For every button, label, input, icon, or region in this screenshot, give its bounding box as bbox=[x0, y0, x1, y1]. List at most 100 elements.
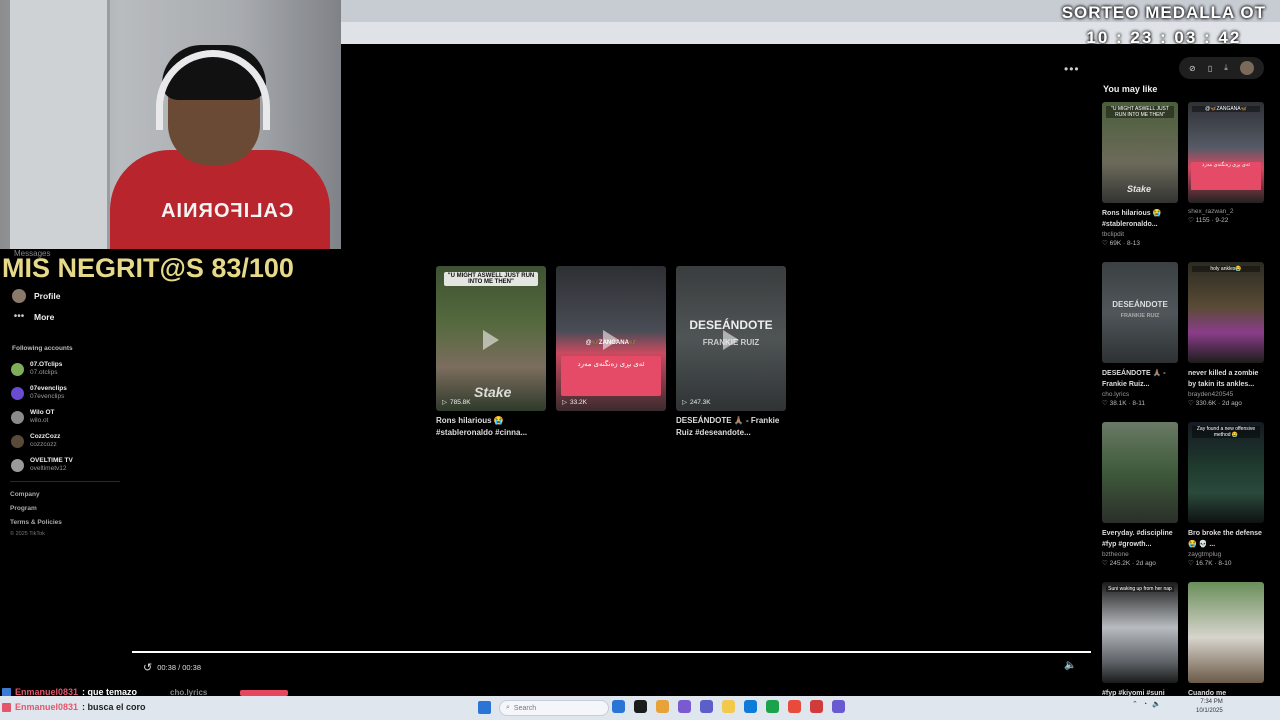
play-small-icon: ▷ bbox=[562, 399, 567, 406]
left-sidebar: Messages Profile ••• More Following acco… bbox=[0, 249, 130, 549]
avatar bbox=[11, 386, 24, 400]
video-thumbnail[interactable]: "U MIGHT ASWELL JUST RUN INTO ME THEN" St… bbox=[1102, 102, 1178, 203]
video-title[interactable]: Rons hilarious 😭 #stableronaldo #cinna..… bbox=[436, 415, 546, 439]
taskbar-app-icon[interactable] bbox=[788, 700, 801, 713]
taskbar-search[interactable]: ⌕ Search bbox=[499, 700, 609, 716]
taskbar-app-icon[interactable] bbox=[634, 700, 647, 713]
watermark-text: Stake bbox=[1127, 184, 1152, 194]
more-options-icon[interactable]: ••• bbox=[1064, 62, 1080, 76]
video-card[interactable]: DESEÁNDOTE FRANKIE RUIZ ▷ 247.3K DESEÁNDO… bbox=[676, 266, 786, 439]
video-thumbnail[interactable]: @🦋ZANGANA🦋 ئەی بڕی زەنگنەی مەرد bbox=[1188, 102, 1264, 203]
chevron-up-icon[interactable]: ⌃ bbox=[1132, 700, 1138, 708]
chat-text: : busca el coro bbox=[82, 702, 146, 712]
video-author[interactable]: shex_razwan_2 bbox=[1188, 208, 1264, 215]
play-icon bbox=[723, 330, 739, 350]
video-stats: ♡ 1155 · 9-22 bbox=[1188, 216, 1264, 224]
taskbar-clock[interactable]: 7:34 PM 10/1/2025 bbox=[1196, 698, 1223, 716]
taskbar-app-icon[interactable] bbox=[832, 700, 845, 713]
volume-icon[interactable]: 🔈 bbox=[1064, 660, 1076, 671]
post-date: 2d ago bbox=[1222, 400, 1242, 407]
compass-icon[interactable]: ⊘ bbox=[1189, 64, 1196, 73]
sidebar-item-profile[interactable]: Profile bbox=[12, 289, 60, 303]
heart-icon: ♡ bbox=[1188, 560, 1196, 567]
video-author[interactable]: tbclipdit bbox=[1102, 231, 1178, 238]
video-thumbnail[interactable]: @🦋ZANGANA🦋 ئەی بڕی زەنگنەی مەرد ▷ 33.2K bbox=[556, 266, 666, 411]
video-thumbnail[interactable] bbox=[1188, 582, 1264, 683]
clock-date: 10/1/2025 bbox=[1196, 708, 1223, 714]
video-stats: ♡ 38.1K · 8-11 bbox=[1102, 399, 1178, 407]
avatar[interactable] bbox=[1239, 61, 1254, 75]
chat-badge-icon bbox=[2, 702, 11, 712]
footer-link-company[interactable]: Company bbox=[10, 491, 62, 498]
taskbar-app-icon[interactable] bbox=[722, 700, 735, 713]
device-icon[interactable]: ▯ bbox=[1208, 64, 1212, 73]
wifi-icon[interactable]: ◔ bbox=[1143, 701, 1147, 708]
following-account-item[interactable]: Wilo OT wilo.ot bbox=[11, 405, 121, 429]
like-count: 16.7K bbox=[1195, 560, 1213, 567]
account-name: Wilo OT bbox=[30, 409, 55, 416]
recommended-video-card[interactable]: Everyday. #discipline #fyp #growth... bzt… bbox=[1102, 422, 1178, 582]
follower-goal-counter: MIS NEGRIT@S 83/100 bbox=[2, 253, 294, 283]
video-author[interactable]: cho.lyrics bbox=[1102, 391, 1178, 398]
heart-icon: ♡ bbox=[1102, 240, 1110, 247]
sidebar-item-label: More bbox=[34, 311, 55, 322]
windows-start-icon[interactable] bbox=[478, 701, 491, 714]
following-account-text: Wilo OT wilo.ot bbox=[30, 409, 55, 425]
play-icon bbox=[603, 330, 619, 350]
video-author[interactable]: brayden420545 bbox=[1188, 391, 1264, 398]
giveaway-title: SORTEO MEDALLA OT bbox=[1061, 3, 1266, 22]
more-dots-icon: ••• bbox=[13, 311, 25, 322]
video-title[interactable]: never killed a zombie by takin its ankle… bbox=[1188, 368, 1264, 390]
play-icon bbox=[483, 330, 499, 350]
video-author[interactable]: zaygtmplug bbox=[1188, 551, 1264, 558]
video-thumbnail[interactable]: Zay found a new offensive method 😭 bbox=[1188, 422, 1264, 523]
video-thumbnail[interactable]: Suni waking up from her nap bbox=[1102, 582, 1178, 683]
taskbar-app-icon[interactable] bbox=[656, 700, 669, 713]
taskbar-app-icon[interactable] bbox=[766, 700, 779, 713]
recommendations-rail: "U MIGHT ASWELL JUST RUN INTO ME THEN" St… bbox=[1102, 102, 1267, 720]
recommended-video-card[interactable]: "U MIGHT ASWELL JUST RUN INTO ME THEN" St… bbox=[1102, 102, 1178, 262]
video-title[interactable]: Everyday. #discipline #fyp #growth... bbox=[1102, 528, 1178, 550]
video-thumbnail[interactable]: "U MIGHT ASWELL JUST RUN INTO ME THEN" S… bbox=[436, 266, 546, 411]
recommended-video-card[interactable]: @🦋ZANGANA🦋 ئەی بڕی زەنگنەی مەرد shex_razwa… bbox=[1188, 102, 1264, 262]
sidebar-item-more[interactable]: ••• More bbox=[12, 311, 55, 322]
video-card[interactable]: "U MIGHT ASWELL JUST RUN INTO ME THEN" S… bbox=[436, 266, 546, 439]
following-accounts-list: 07.OTclips 07.otclips 07evenclips 07evencli… bbox=[11, 357, 121, 477]
video-thumbnail[interactable]: DESEÁNDOTE FRANKIE RUIZ bbox=[1102, 262, 1178, 363]
video-thumbnail[interactable]: DESEÁNDOTE FRANKIE RUIZ ▷ 247.3K bbox=[676, 266, 786, 411]
footer-link-terms[interactable]: Terms & Policies bbox=[10, 519, 62, 526]
video-title[interactable]: Rons hilarious 😭 #stableronaldo... bbox=[1102, 208, 1178, 230]
taskbar-app-icon[interactable] bbox=[810, 700, 823, 713]
chat-message: Enmanuel0831 : busca el coro bbox=[2, 702, 146, 712]
replay-icon[interactable]: ↺ bbox=[143, 661, 152, 674]
like-count: 330.6K bbox=[1195, 400, 1217, 407]
taskbar-app-icon[interactable] bbox=[678, 700, 691, 713]
video-card[interactable]: @🦋ZANGANA🦋 ئەی بڕی زەنگنەی مەرد ▷ 33.2K bbox=[556, 266, 666, 439]
following-account-item[interactable]: CozzCozz cozzcozz bbox=[11, 429, 121, 453]
video-title[interactable]: DESEÁNDOTE 🙏🏽 - Frankie Ruiz #deseandote… bbox=[676, 415, 786, 439]
recommended-video-card[interactable]: Zay found a new offensive method 😭 Bro br… bbox=[1188, 422, 1264, 582]
recommended-video-card[interactable]: DESEÁNDOTE FRANKIE RUIZ DESEÁNDOTE 🙏🏽 - Fr… bbox=[1102, 262, 1178, 422]
account-name: CozzCozz bbox=[30, 433, 61, 440]
video-title[interactable]: Bro broke the defense 😭 💀 ... bbox=[1188, 528, 1264, 550]
chat-username: Enmanuel0831 bbox=[15, 702, 79, 712]
taskbar-app-icon[interactable] bbox=[700, 700, 713, 713]
taskbar-app-icon[interactable] bbox=[744, 700, 757, 713]
player-time: 00:38 / 00:38 bbox=[157, 663, 202, 672]
following-account-item[interactable]: 07.OTclips 07.otclips bbox=[11, 357, 121, 381]
speaker-icon[interactable]: 🔈 bbox=[1152, 700, 1161, 708]
video-title[interactable]: DESEÁNDOTE 🙏🏽 - Frankie Ruiz... bbox=[1102, 368, 1178, 390]
download-icon[interactable]: ⤓ bbox=[1224, 63, 1228, 73]
video-thumbnail[interactable] bbox=[1102, 422, 1178, 523]
video-progress-bar[interactable] bbox=[132, 651, 1091, 653]
footer-link-program[interactable]: Program bbox=[10, 505, 62, 512]
taskbar-app-icon[interactable] bbox=[612, 700, 625, 713]
following-account-item[interactable]: 07evenclips 07evenclips bbox=[11, 381, 121, 405]
following-account-text: 07.OTclips 07.otclips bbox=[30, 361, 62, 377]
giveaway-overlay: SORTEO MEDALLA OT 10 : 23 : 03 : 42 bbox=[1062, 3, 1266, 48]
following-account-item[interactable]: OVELTIME TV oveltimetv12 bbox=[11, 453, 121, 477]
recommended-video-card[interactable]: holy ankles😭 never killed a zombie by tak… bbox=[1188, 262, 1264, 422]
avatar bbox=[11, 434, 24, 448]
video-author[interactable]: bztheone bbox=[1102, 551, 1178, 558]
video-thumbnail[interactable]: holy ankles😭 bbox=[1188, 262, 1264, 363]
